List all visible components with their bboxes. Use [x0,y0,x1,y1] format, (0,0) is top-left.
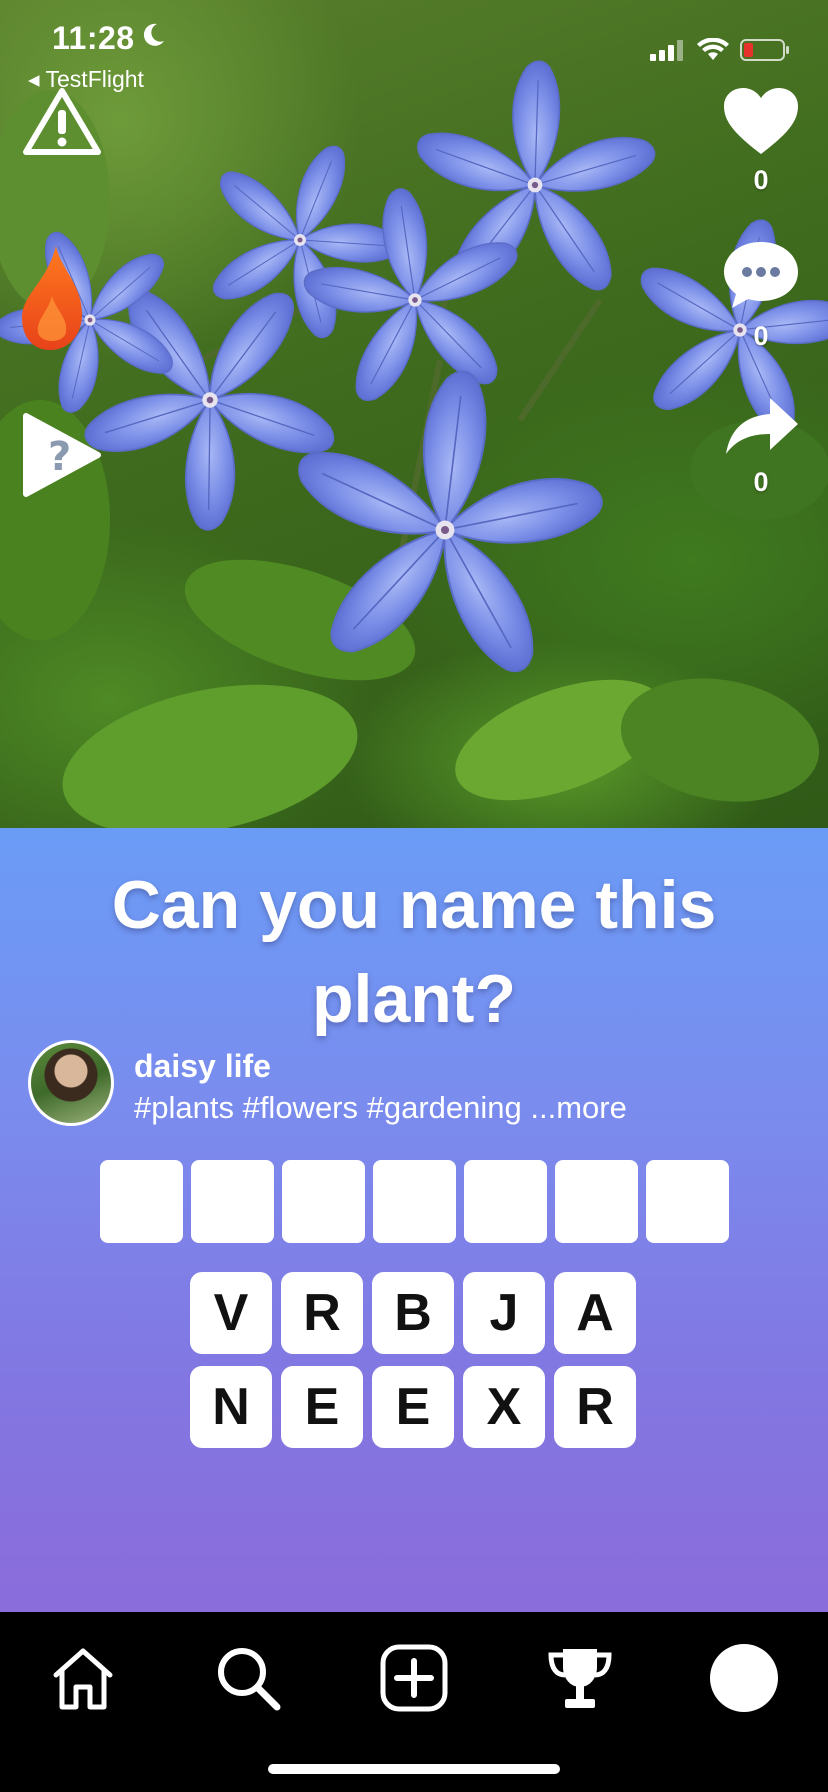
author-avatar[interactable] [28,1040,114,1126]
warning-triangle-icon[interactable] [22,86,102,156]
letter-tile[interactable]: X [463,1366,545,1448]
moon-icon [140,22,166,55]
svg-text:?: ? [48,434,71,480]
share-arrow-icon[interactable] [722,398,800,462]
cellular-signal-icon [650,39,686,66]
answer-slot[interactable] [464,1160,547,1243]
plumbago-flower-image [0,0,828,828]
letter-tile[interactable]: J [463,1272,545,1354]
letter-tile[interactable]: R [554,1366,636,1448]
home-icon[interactable] [45,1640,121,1716]
quiz-question: Can you name this plant? [111,867,717,1037]
letter-tile[interactable]: N [190,1366,272,1448]
trophy-icon[interactable] [542,1640,618,1716]
answer-slot[interactable] [100,1160,183,1243]
author-name[interactable]: daisy life [134,1048,271,1085]
answer-slot[interactable] [191,1160,274,1243]
letter-tile[interactable]: V [190,1272,272,1354]
comment-count: 0 [753,321,769,351]
create-post-icon[interactable] [376,1640,452,1716]
answer-slot[interactable] [282,1160,365,1243]
share-action[interactable]: 0 [718,396,804,498]
heart-icon[interactable] [722,88,800,160]
search-icon[interactable] [210,1640,286,1716]
like-count: 0 [753,165,769,195]
home-indicator[interactable] [268,1764,560,1774]
letter-tile[interactable]: R [281,1272,363,1354]
post-hashtags[interactable]: #plants #flowers #gardening ...more [134,1090,627,1126]
letter-tile[interactable]: E [281,1366,363,1448]
status-time: 11:28 [52,20,135,56]
battery-low-icon [740,38,790,67]
letter-tile[interactable]: B [372,1272,454,1354]
answer-slot[interactable] [555,1160,638,1243]
letter-tiles-row-1: V R B J A [190,1272,636,1354]
letter-tile[interactable]: E [372,1366,454,1448]
answer-slot[interactable] [646,1160,729,1243]
bottom-tab-bar [0,1612,828,1792]
letter-tiles-row-2: N E E X R [190,1366,636,1448]
wifi-icon [696,37,730,67]
streak-flame-icon[interactable] [20,244,84,352]
answer-slots [100,1160,729,1243]
quiz-play-icon[interactable]: ? [20,412,102,498]
plant-photo[interactable]: 11:28 ◂ TestFlight ? 0 0 0 [0,0,828,828]
profile-avatar-icon[interactable] [706,1640,782,1716]
like-action[interactable]: 0 [718,86,804,196]
status-bar: 11:28 ◂ TestFlight [0,0,828,100]
answer-slot[interactable] [373,1160,456,1243]
share-count: 0 [753,467,769,497]
comment-action[interactable]: 0 [718,238,804,352]
quiz-panel: Can you name this plant? daisy life #pla… [0,828,828,1612]
comment-bubble-icon[interactable] [722,242,800,316]
letter-tile[interactable]: A [554,1272,636,1354]
